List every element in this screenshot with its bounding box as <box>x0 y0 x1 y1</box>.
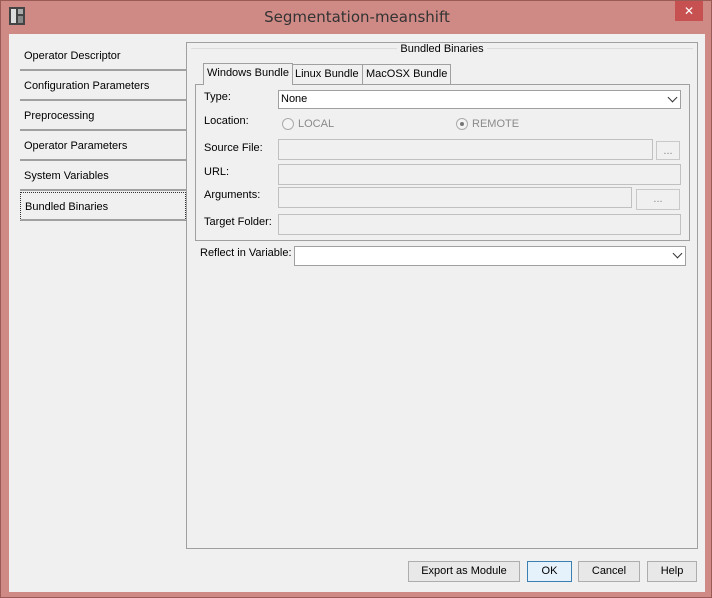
dialog-client-area: Operator Descriptor Configuration Parame… <box>9 34 705 592</box>
source-file-field[interactable] <box>278 139 653 160</box>
arguments-label: Arguments: <box>204 189 261 201</box>
type-select[interactable]: None <box>278 90 681 109</box>
ok-button[interactable]: OK <box>527 561 572 582</box>
export-as-module-button[interactable]: Export as Module <box>408 561 520 582</box>
tab-windows-bundle[interactable]: Windows Bundle <box>203 63 293 85</box>
sidebar-item-label: Preprocessing <box>24 110 95 122</box>
sidebar-item-label: Bundled Binaries <box>25 201 109 213</box>
sidebar-item-label: System Variables <box>24 170 109 182</box>
chevron-down-icon <box>672 248 683 259</box>
arguments-field[interactable] <box>278 187 632 208</box>
sidebar-item-configuration-parameters[interactable]: Configuration Parameters <box>20 72 186 101</box>
type-select-value: None <box>281 93 308 105</box>
remote-radio-label: REMOTE <box>472 118 520 130</box>
remote-radio[interactable] <box>456 118 468 130</box>
title-bar[interactable]: Segmentation-meanshift ✕ <box>1 1 712 33</box>
location-label: Location: <box>204 115 249 127</box>
sidebar: Operator Descriptor Configuration Parame… <box>20 42 186 548</box>
sidebar-item-operator-descriptor[interactable]: Operator Descriptor <box>20 42 186 71</box>
tab-label: Windows Bundle <box>207 67 289 79</box>
sidebar-item-label: Operator Descriptor <box>24 50 121 62</box>
cancel-button[interactable]: Cancel <box>578 561 640 582</box>
arguments-browse-button[interactable]: ... <box>636 189 680 210</box>
local-radio-label: LOCAL <box>298 118 335 130</box>
dialog-window: Segmentation-meanshift ✕ Operator Descri… <box>0 0 712 598</box>
source-file-label: Source File: <box>204 142 263 154</box>
sidebar-item-preprocessing[interactable]: Preprocessing <box>20 102 186 131</box>
tab-macosx-bundle[interactable]: MacOSX Bundle <box>362 64 452 84</box>
tab-label: Linux Bundle <box>295 68 359 80</box>
reflect-in-variable-label: Reflect in Variable: <box>200 247 292 259</box>
local-radio[interactable] <box>282 118 294 130</box>
target-folder-label: Target Folder: <box>204 216 272 228</box>
sidebar-item-label: Configuration Parameters <box>24 80 150 92</box>
sidebar-item-operator-parameters[interactable]: Operator Parameters <box>20 132 186 161</box>
type-label: Type: <box>204 91 231 103</box>
tab-label: MacOSX Bundle <box>366 68 448 80</box>
sidebar-item-bundled-binaries[interactable]: Bundled Binaries <box>20 192 186 221</box>
url-label: URL: <box>204 166 230 178</box>
help-button[interactable]: Help <box>647 561 697 582</box>
window-title: Segmentation-meanshift <box>264 8 450 26</box>
windows-bundle-tabpanel: Type: None Location: LOCAL REMOTE Source… <box>195 84 690 241</box>
sidebar-item-label: Operator Parameters <box>24 140 128 152</box>
sidebar-item-system-variables[interactable]: System Variables <box>20 162 186 191</box>
tab-linux-bundle[interactable]: Linux Bundle <box>291 64 363 84</box>
reflect-in-variable-select[interactable] <box>294 246 686 266</box>
source-file-browse-button[interactable]: ... <box>656 141 680 160</box>
radio-selected-dot <box>460 122 464 126</box>
target-folder-field[interactable] <box>278 214 681 235</box>
group-title: Bundled Binaries <box>187 43 697 55</box>
bundled-binaries-panel: Bundled Binaries Windows Bundle Linux Bu… <box>186 42 698 549</box>
close-button[interactable]: ✕ <box>675 1 703 21</box>
url-field[interactable] <box>278 164 681 185</box>
chevron-down-icon <box>667 92 678 103</box>
close-icon: ✕ <box>683 4 695 18</box>
